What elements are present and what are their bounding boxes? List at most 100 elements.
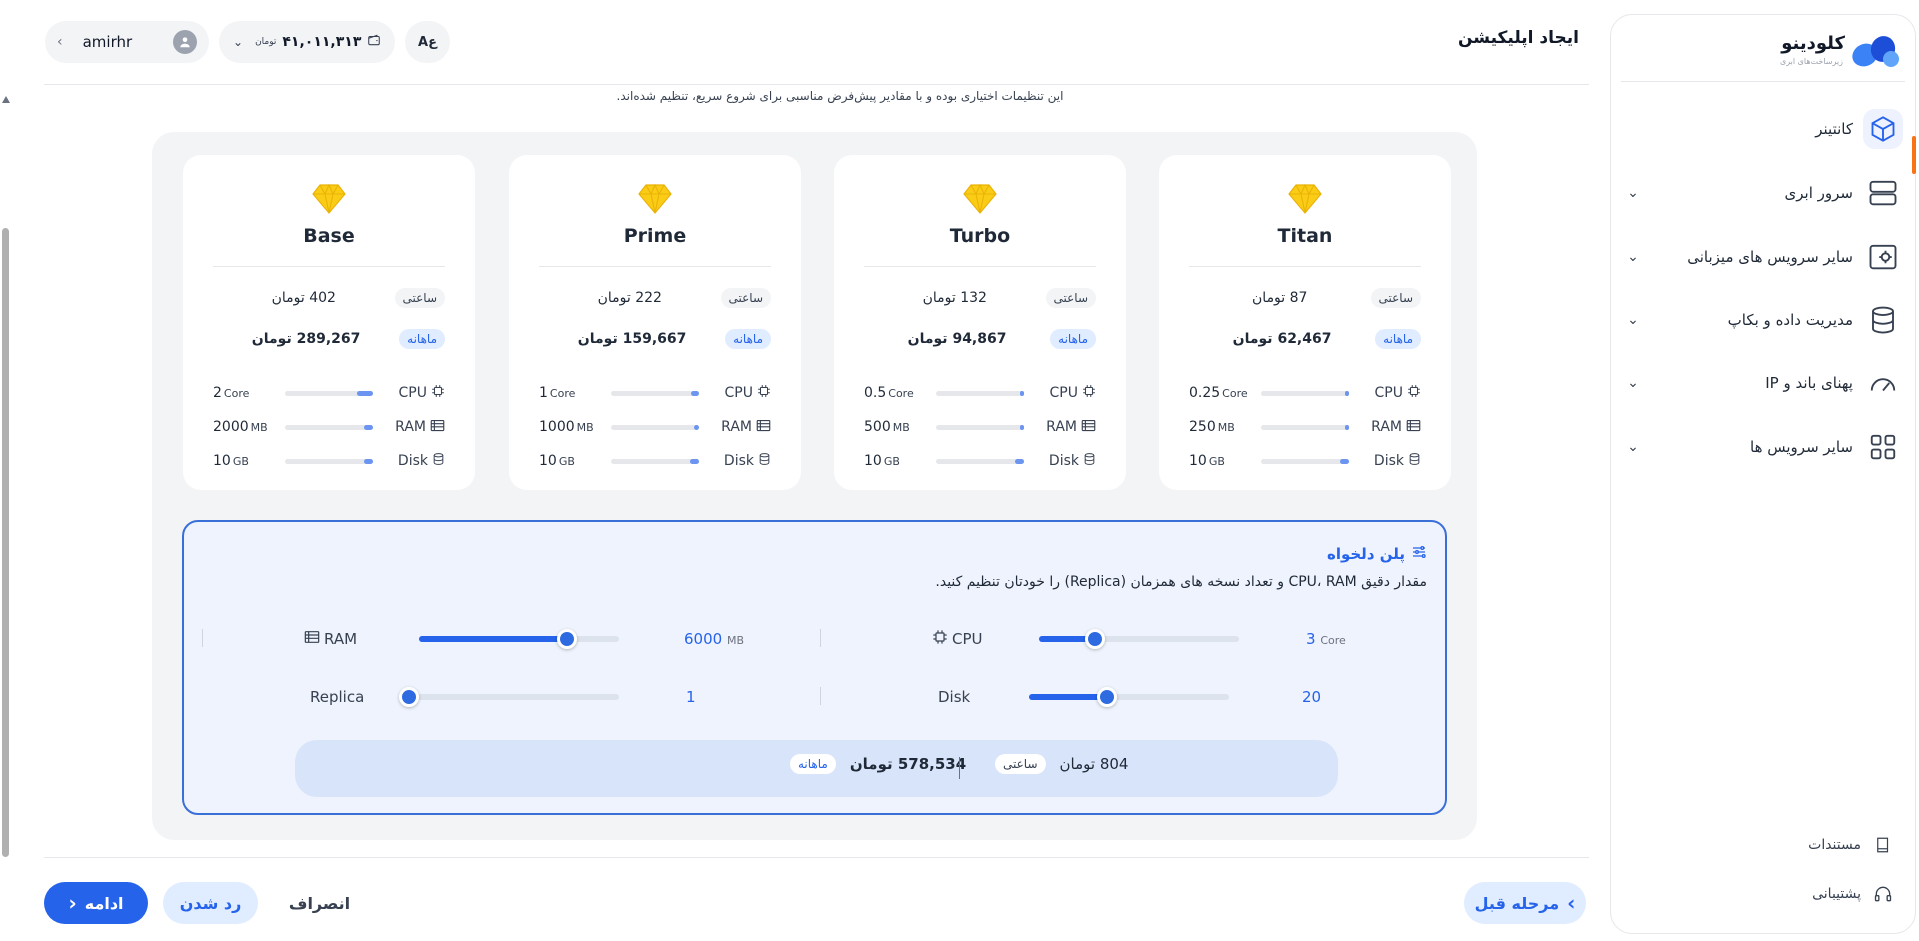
user-menu[interactable]: ‹ amirhr bbox=[45, 21, 209, 63]
plan-card-prime[interactable]: Prime ساعتی 222 تومان ماهانه 159,667 تومان 1 C… bbox=[509, 155, 801, 490]
monthly-badge: ماهانه bbox=[725, 329, 771, 349]
replica-label: Replica bbox=[310, 688, 365, 706]
disk-row: 10 GB Disk bbox=[213, 451, 445, 471]
active-indicator bbox=[1912, 136, 1916, 174]
disk-icon bbox=[1083, 452, 1096, 470]
sidebar-item-label: مدیریت داده و بکاپ bbox=[1727, 311, 1853, 329]
server-icon bbox=[1863, 173, 1903, 213]
sidebar-item-other-services[interactable]: سایر سرویس ها ⌄ bbox=[1623, 425, 1903, 469]
sidebar-item-bandwidth-ip[interactable]: پهنای باند و IP ⌄ bbox=[1623, 361, 1903, 405]
cpu-chip-icon bbox=[757, 384, 771, 402]
chevron-down-icon[interactable]: ⌄ bbox=[1623, 439, 1643, 455]
ram-level-bar bbox=[936, 424, 1024, 430]
cpu-amount: 1 Core bbox=[539, 385, 576, 401]
cpu-level-bar bbox=[936, 390, 1024, 396]
skip-button[interactable]: رد شدن bbox=[163, 882, 258, 924]
settings-hint: این تنظیمات اختیاری بوده و با مقادیر پیش… bbox=[616, 89, 1064, 103]
chevron-down-icon[interactable]: ⌄ bbox=[1623, 375, 1643, 391]
cpu-amount: 0.5 Core bbox=[864, 385, 914, 401]
docs-link[interactable]: مستندات bbox=[1808, 835, 1895, 855]
cpu-chip-icon bbox=[431, 384, 445, 402]
ram-row: 1000 MB RAM bbox=[539, 417, 771, 437]
plan-name: Prime bbox=[623, 225, 687, 247]
plan-divider bbox=[864, 266, 1096, 267]
divider bbox=[820, 629, 821, 647]
disk-label: Disk bbox=[699, 452, 771, 470]
chevron-left-icon: ‹ bbox=[57, 34, 63, 50]
cpu-label: CPU bbox=[699, 384, 771, 402]
chevron-down-icon[interactable]: ⌄ bbox=[1623, 312, 1643, 328]
scroll-up-arrow[interactable] bbox=[2, 96, 10, 103]
page-scrollbar-thumb[interactable] bbox=[2, 228, 9, 857]
database-icon bbox=[1863, 300, 1903, 340]
plan-divider bbox=[213, 266, 445, 267]
continue-button[interactable]: ادامه ‹ bbox=[44, 882, 148, 924]
plan-card-base[interactable]: Base ساعتی 402 تومان ماهانه 289,267 تومان 2 Co… bbox=[183, 155, 475, 490]
cloudino-logo-icon[interactable] bbox=[1849, 33, 1901, 69]
ram-level-bar bbox=[1261, 424, 1349, 430]
ram-slider[interactable] bbox=[419, 629, 619, 649]
plan-divider bbox=[539, 266, 771, 267]
disk-icon bbox=[432, 452, 445, 470]
custom-plan-title-text: پلن دلخواه bbox=[1326, 545, 1405, 563]
summary-monthly: ماهانه 578,534 تومان bbox=[790, 754, 966, 774]
summary-monthly-price: 578,534 تومان bbox=[849, 755, 967, 773]
chevron-down-icon[interactable]: ⌄ bbox=[1623, 185, 1643, 201]
replica-slider-knob[interactable] bbox=[399, 687, 419, 707]
footer-divider bbox=[44, 857, 1589, 858]
ram-amount: 2000 MB bbox=[213, 419, 268, 435]
hourly-price-row: ساعتی 132 تومان bbox=[864, 285, 1096, 311]
previous-step-button[interactable]: › مرحله قبل bbox=[1464, 882, 1586, 924]
ram-row: 2000 MB RAM bbox=[213, 417, 445, 437]
previous-step-label: مرحله قبل bbox=[1474, 893, 1560, 913]
support-link[interactable]: پشتیبانی bbox=[1812, 884, 1895, 904]
sidebar-item-label: پهنای باند و IP bbox=[1765, 374, 1853, 392]
ram-amount: 1000 MB bbox=[539, 419, 594, 435]
disk-amount: 10 GB bbox=[213, 453, 249, 469]
sidebar-item-label: کانتینر bbox=[1815, 120, 1853, 138]
monthly-price-row: ماهانه 159,667 تومان bbox=[539, 326, 771, 352]
monthly-price: 94,867 تومان bbox=[907, 331, 1007, 347]
chevron-left-icon: ‹ bbox=[68, 891, 77, 915]
language-toggle-button[interactable]: Aع bbox=[405, 21, 450, 63]
sliders-icon bbox=[1411, 544, 1427, 564]
sidebar-item-container[interactable]: کانتینر bbox=[1623, 107, 1903, 151]
plan-divider bbox=[1189, 266, 1421, 267]
ram-slider-fill bbox=[419, 636, 567, 642]
cpu-slider-knob[interactable] bbox=[1085, 629, 1105, 649]
plan-card-turbo[interactable]: Turbo ساعتی 132 تومان ماهانه 94,867 تومان 0.5… bbox=[834, 155, 1126, 490]
sidebar-item-data-backup[interactable]: مدیریت داده و بکاپ ⌄ bbox=[1623, 298, 1903, 342]
cpu-label: CPU bbox=[932, 629, 983, 649]
speedometer-icon bbox=[1863, 363, 1903, 403]
disk-label: Disk bbox=[373, 452, 445, 470]
disk-slider-knob[interactable] bbox=[1097, 687, 1117, 707]
sidebar-divider bbox=[1621, 81, 1905, 82]
custom-plan-description: مقدار دقیق CPU، RAM و تعداد نسخه های همز… bbox=[935, 574, 1427, 590]
monthly-price-row: ماهانه 94,867 تومان bbox=[864, 326, 1096, 352]
replica-value-group: 1 bbox=[686, 685, 696, 709]
cancel-button[interactable]: انصراف bbox=[272, 882, 367, 924]
sidebar-item-cloud-server[interactable]: سرور ابری ⌄ bbox=[1623, 171, 1903, 215]
ram-label-group: RAM bbox=[304, 627, 357, 651]
hourly-badge: ساعتی bbox=[1370, 288, 1421, 308]
monthly-price-row: ماهانه 289,267 تومان bbox=[213, 326, 445, 352]
custom-plan-card[interactable]: پلن دلخواه مقدار دقیق CPU، RAM و تعداد ن… bbox=[182, 520, 1447, 815]
wallet-balance[interactable]: ⌄ تومان ۴۱,۰۱۱,۳۱۳ bbox=[219, 21, 395, 63]
disk-slider[interactable] bbox=[1029, 687, 1229, 707]
book-icon bbox=[1871, 835, 1895, 855]
ram-label: RAM bbox=[1349, 419, 1421, 436]
ram-amount: 250 MB bbox=[1189, 419, 1235, 435]
replica-slider[interactable] bbox=[399, 687, 619, 707]
monthly-badge: ماهانه bbox=[790, 754, 836, 774]
docs-label: مستندات bbox=[1808, 837, 1861, 853]
disk-level-bar bbox=[611, 458, 699, 464]
hourly-badge: ساعتی bbox=[995, 754, 1046, 774]
disk-value-group: 20 bbox=[1302, 685, 1321, 709]
cpu-slider[interactable] bbox=[1039, 629, 1239, 649]
chevron-down-icon[interactable]: ⌄ bbox=[1623, 249, 1643, 265]
cpu-value-group: 3 Core bbox=[1306, 627, 1346, 651]
plan-card-titan[interactable]: Titan ساعتی 87 تومان ماهانه 62,467 تومان 0.25… bbox=[1159, 155, 1451, 490]
memory-icon bbox=[430, 419, 445, 436]
sidebar-item-hosting[interactable]: سایر سرویس های میزبانی ⌄ bbox=[1623, 235, 1903, 279]
ram-slider-knob[interactable] bbox=[557, 629, 577, 649]
